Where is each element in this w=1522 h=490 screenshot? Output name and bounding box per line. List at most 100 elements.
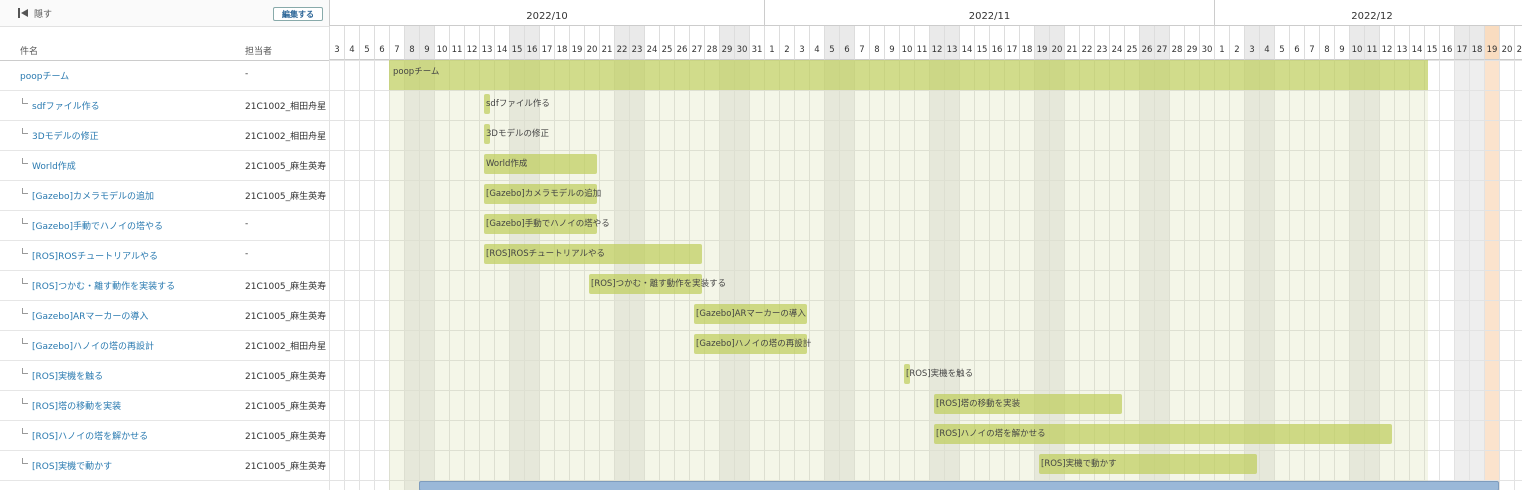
day-header-cell: 15	[1424, 26, 1439, 60]
day-header-cell: 12	[464, 26, 479, 60]
task-bar-label: World作成	[486, 159, 528, 169]
day-header-cell: 25	[659, 26, 674, 60]
day-header-cell: 20	[1049, 26, 1064, 60]
day-header-cell: 17	[539, 26, 554, 60]
day-header-cell: 21	[1064, 26, 1079, 60]
task-name-link[interactable]: [ROS]ROSチュートリアルやる	[32, 249, 158, 262]
subtask-arrow-icon	[21, 158, 30, 168]
day-header-cell: 13	[1394, 26, 1409, 60]
task-assignee: 21C1002_相田舟星	[245, 342, 327, 352]
task-name-link[interactable]: [Gazebo]ハノイの塔の再設計	[32, 339, 154, 352]
day-column	[1454, 60, 1469, 490]
task-name-link[interactable]: [ROS]ハノイの塔を解かせる	[32, 429, 148, 442]
subtask-arrow-icon	[21, 428, 30, 438]
day-header-cell: 28	[704, 26, 719, 60]
task-name-link[interactable]: 3Dモデルの修正	[32, 129, 99, 142]
task-assignee: -	[245, 219, 249, 229]
subtask-arrow-icon	[21, 338, 30, 348]
day-header-cell: 3	[794, 26, 809, 60]
edit-button[interactable]: 編集する	[273, 7, 323, 21]
task-row: 3Dモデルの修正 21C1002_相田舟星	[0, 120, 329, 151]
gantt-chart: 隠す 編集する 件名 担当者 poopチーム - sdfファイル作る 21C1002_…	[0, 0, 1522, 490]
day-header-cell: 15	[974, 26, 989, 60]
day-header-cell: 17	[1004, 26, 1019, 60]
day-header-cell: 14	[494, 26, 509, 60]
task-bar-label: [Gazebo]ARマーカーの導入	[696, 309, 806, 319]
day-column	[374, 60, 389, 490]
task-name-link[interactable]: [ROS]実機を触る	[32, 369, 103, 382]
task-bar-label: [ROS]ハノイの塔を解かせる	[936, 429, 1046, 439]
day-header-cell: 24	[1109, 26, 1124, 60]
day-header-cell: 14	[959, 26, 974, 60]
day-header-cell: 27	[1154, 26, 1169, 60]
task-row: sdfファイル作る 21C1002_相田舟星	[0, 90, 329, 121]
day-header-cell: 26	[1139, 26, 1154, 60]
day-header-cell: 10	[899, 26, 914, 60]
task-row: [ROS]塔の移動を実装 21C1005_麻生英寿	[0, 390, 329, 421]
day-header-cell: 4	[344, 26, 359, 60]
next-group-bar[interactable]	[419, 481, 1499, 490]
day-header-cell: 23	[1094, 26, 1109, 60]
day-header-cell: 3	[1244, 26, 1259, 60]
day-header-cell: 16	[989, 26, 1004, 60]
day-header-cell: 6	[374, 26, 389, 60]
collapse-left-icon	[18, 8, 30, 18]
day-header-cell: 12	[929, 26, 944, 60]
subtask-arrow-icon	[21, 218, 30, 228]
day-column	[329, 60, 344, 490]
task-name-link[interactable]: [Gazebo]ARマーカーの導入	[32, 309, 148, 322]
day-header-cell: 3	[329, 26, 344, 60]
task-name-link[interactable]: poopチーム	[20, 69, 69, 82]
subtask-arrow-icon	[21, 368, 30, 378]
month-header: 2022/12	[1214, 0, 1522, 26]
month-header: 2022/10	[329, 0, 764, 26]
day-header-cell: 20	[584, 26, 599, 60]
task-list-header: 件名 担当者	[0, 26, 329, 61]
column-header-assignee: 担当者	[245, 47, 273, 57]
task-assignee: -	[245, 69, 249, 79]
day-header-cell: 15	[509, 26, 524, 60]
day-header-cell: 10	[1349, 26, 1364, 60]
task-name-link[interactable]: World作成	[32, 159, 76, 172]
day-header-cell: 9	[419, 26, 434, 60]
day-header-cell: 19	[1484, 26, 1499, 60]
day-header-cell: 28	[1169, 26, 1184, 60]
task-row: World作成 21C1005_麻生英寿	[0, 150, 329, 181]
task-name-link[interactable]: [ROS]実機で動かす	[32, 459, 112, 472]
task-name-link[interactable]: [ROS]塔の移動を実装	[32, 399, 121, 412]
day-header-cell: 2	[779, 26, 794, 60]
task-bar-label: [Gazebo]カメラモデルの追加	[486, 189, 602, 199]
day-column	[1469, 60, 1484, 490]
subtask-arrow-icon	[21, 278, 30, 288]
day-column	[359, 60, 374, 490]
task-bar-label: [ROS]つかむ・離す動作を実装する	[591, 279, 727, 289]
task-name-link[interactable]: [Gazebo]手動でハノイの塔やる	[32, 219, 163, 232]
day-header-cell: 18	[1019, 26, 1034, 60]
day-header-cell: 6	[839, 26, 854, 60]
task-bar-label: sdfファイル作る	[486, 99, 550, 109]
day-header-cell: 30	[1199, 26, 1214, 60]
day-header-cell: 16	[524, 26, 539, 60]
project-bar[interactable]	[389, 60, 1428, 90]
day-header-cell: 24	[644, 26, 659, 60]
day-column	[1514, 60, 1522, 490]
task-row: [ROS]実機を触る 21C1005_麻生英寿	[0, 360, 329, 391]
task-bar-label: 3Dモデルの修正	[486, 129, 549, 139]
day-header-cell: 17	[1454, 26, 1469, 60]
hide-button[interactable]: 隠す	[18, 6, 52, 20]
day-header-cell: 26	[674, 26, 689, 60]
day-header-cell: 5	[359, 26, 374, 60]
day-header-cell: 5	[1274, 26, 1289, 60]
subtask-arrow-icon	[21, 308, 30, 318]
subtask-arrow-icon	[21, 98, 30, 108]
day-header-cell: 11	[1364, 26, 1379, 60]
task-bar-label: [ROS]塔の移動を実装	[936, 399, 1021, 409]
task-name-link[interactable]: [Gazebo]カメラモデルの追加	[32, 189, 154, 202]
day-header-cell: 18	[1469, 26, 1484, 60]
day-header-cell: 19	[1034, 26, 1049, 60]
task-row: [Gazebo]ARマーカーの導入 21C1005_麻生英寿	[0, 300, 329, 331]
task-name-link[interactable]: sdfファイル作る	[32, 99, 100, 112]
task-assignee: 21C1005_麻生英寿	[245, 372, 327, 382]
day-header-cell: 6	[1289, 26, 1304, 60]
task-name-link[interactable]: [ROS]つかむ・離す動作を実装する	[32, 279, 175, 292]
